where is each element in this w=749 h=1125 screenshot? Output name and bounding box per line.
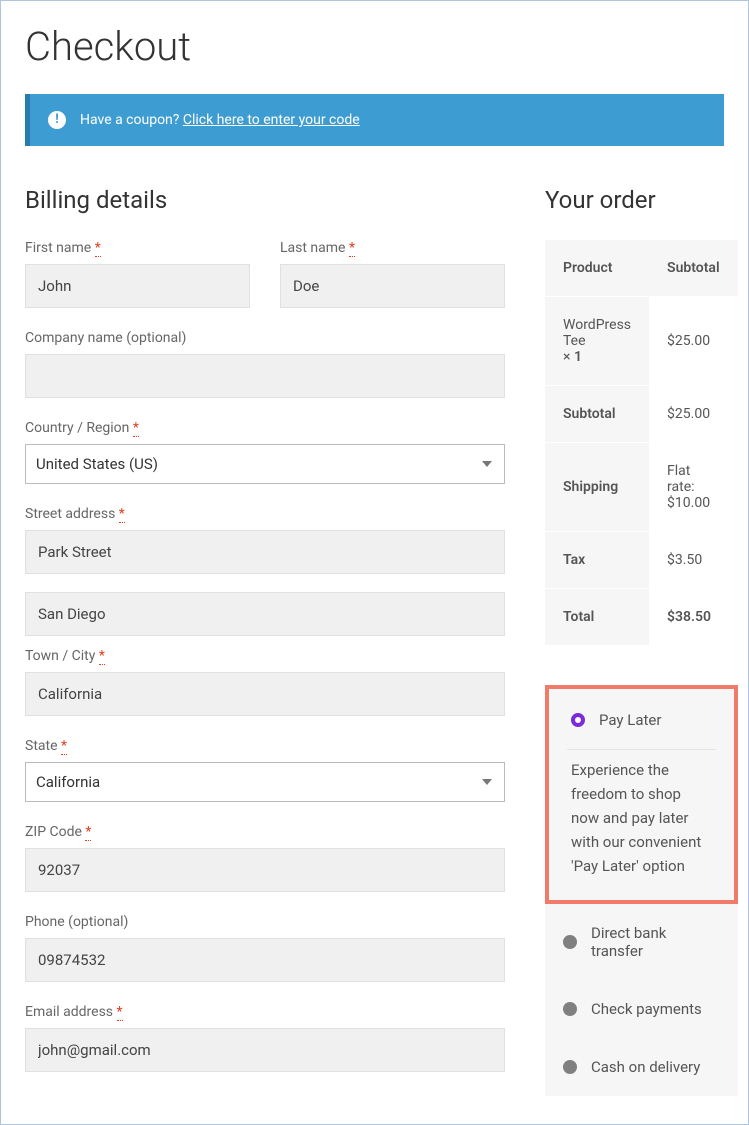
billing-section: Billing details First name * Last name *… xyxy=(25,186,505,1096)
city-label: Town / City * xyxy=(25,648,505,664)
street-field-wrap: Street address * xyxy=(25,506,505,636)
page-title: Checkout xyxy=(25,23,724,70)
radio-icon xyxy=(563,1060,577,1074)
required-mark: * xyxy=(119,506,125,523)
phone-field-wrap: Phone (optional) xyxy=(25,914,505,982)
email-input[interactable] xyxy=(25,1028,505,1072)
email-field-wrap: Email address * xyxy=(25,1004,505,1072)
street1-input[interactable] xyxy=(25,530,505,574)
state-field-wrap: State * California xyxy=(25,738,505,802)
email-label: Email address * xyxy=(25,1004,505,1020)
company-input[interactable] xyxy=(25,354,505,398)
payment-label: Pay Later xyxy=(599,711,661,729)
billing-heading: Billing details xyxy=(25,186,505,214)
subtotal-value: $25.00 xyxy=(649,386,738,443)
zip-field-wrap: ZIP Code * xyxy=(25,824,505,892)
total-label: Total xyxy=(545,589,649,646)
last-name-input[interactable] xyxy=(280,264,505,308)
table-row: WordPress Tee × 1 $25.00 xyxy=(545,297,738,386)
payment-label: Direct bank transfer xyxy=(591,924,720,960)
shipping-label: Shipping xyxy=(545,443,649,532)
zip-input[interactable] xyxy=(25,848,505,892)
required-mark: * xyxy=(133,420,139,437)
radio-selected-icon xyxy=(571,713,585,727)
tax-label: Tax xyxy=(545,532,649,589)
payment-option-bank[interactable]: Direct bank transfer xyxy=(545,904,738,980)
company-field-wrap: Company name (optional) xyxy=(25,330,505,398)
required-mark: * xyxy=(99,648,105,665)
product-cell: WordPress Tee × 1 xyxy=(545,297,649,386)
col-subtotal: Subtotal xyxy=(649,240,738,297)
state-select[interactable]: California xyxy=(25,762,505,802)
city-field-wrap: Town / City * xyxy=(25,648,505,716)
payment-label: Check payments xyxy=(591,1000,702,1018)
product-price-cell: $25.00 xyxy=(649,297,738,386)
first-name-label: First name * xyxy=(25,240,250,256)
first-name-input[interactable] xyxy=(25,264,250,308)
payment-option-check[interactable]: Check payments xyxy=(545,980,738,1038)
required-mark: * xyxy=(95,240,101,257)
company-label: Company name (optional) xyxy=(25,330,505,346)
shipping-value: Flat rate: $10.00 xyxy=(649,443,738,532)
total-value: $38.50 xyxy=(649,589,738,646)
required-mark: * xyxy=(61,738,67,755)
order-section: Your order Product Subtotal WordPress Te… xyxy=(545,186,738,1096)
table-row-shipping: Shipping Flat rate: $10.00 xyxy=(545,443,738,532)
coupon-notice: ! Have a coupon? Click here to enter you… xyxy=(25,94,724,146)
tax-value: $3.50 xyxy=(649,532,738,589)
required-mark: * xyxy=(85,824,91,841)
coupon-link[interactable]: Click here to enter your code xyxy=(183,112,360,128)
last-name-label: Last name * xyxy=(280,240,505,256)
last-name-field-wrap: Last name * xyxy=(280,240,505,308)
required-mark: * xyxy=(117,1004,123,1021)
payment-description: Experience the freedom to shop now and p… xyxy=(567,749,716,878)
zip-label: ZIP Code * xyxy=(25,824,505,840)
payment-label: Cash on delivery xyxy=(591,1058,700,1076)
table-row-subtotal: Subtotal $25.00 xyxy=(545,386,738,443)
payment-highlight: Pay Later Experience the freedom to shop… xyxy=(545,685,738,904)
subtotal-label: Subtotal xyxy=(545,386,649,443)
radio-icon xyxy=(563,935,577,949)
street2-input[interactable] xyxy=(25,592,505,636)
payment-methods: Pay Later Experience the freedom to shop… xyxy=(545,685,738,1096)
country-select[interactable]: United States (US) xyxy=(25,444,505,484)
phone-label: Phone (optional) xyxy=(25,914,505,930)
street-label: Street address * xyxy=(25,506,505,522)
phone-input[interactable] xyxy=(25,938,505,982)
payment-option-cod[interactable]: Cash on delivery xyxy=(545,1038,738,1096)
state-label: State * xyxy=(25,738,505,754)
radio-icon xyxy=(563,1002,577,1016)
table-row-total: Total $38.50 xyxy=(545,589,738,646)
payment-option-pay-later[interactable]: Pay Later xyxy=(567,707,716,743)
first-name-field-wrap: First name * xyxy=(25,240,250,308)
col-product: Product xyxy=(545,240,649,297)
table-row-tax: Tax $3.50 xyxy=(545,532,738,589)
coupon-prompt: Have a coupon? xyxy=(80,112,183,128)
country-label: Country / Region * xyxy=(25,420,505,436)
order-table: Product Subtotal WordPress Tee × 1 $25.0… xyxy=(545,240,738,645)
city-input[interactable] xyxy=(25,672,505,716)
required-mark: * xyxy=(349,240,355,257)
order-heading: Your order xyxy=(545,186,738,214)
country-field-wrap: Country / Region * United States (US) xyxy=(25,420,505,484)
info-icon: ! xyxy=(48,111,66,129)
